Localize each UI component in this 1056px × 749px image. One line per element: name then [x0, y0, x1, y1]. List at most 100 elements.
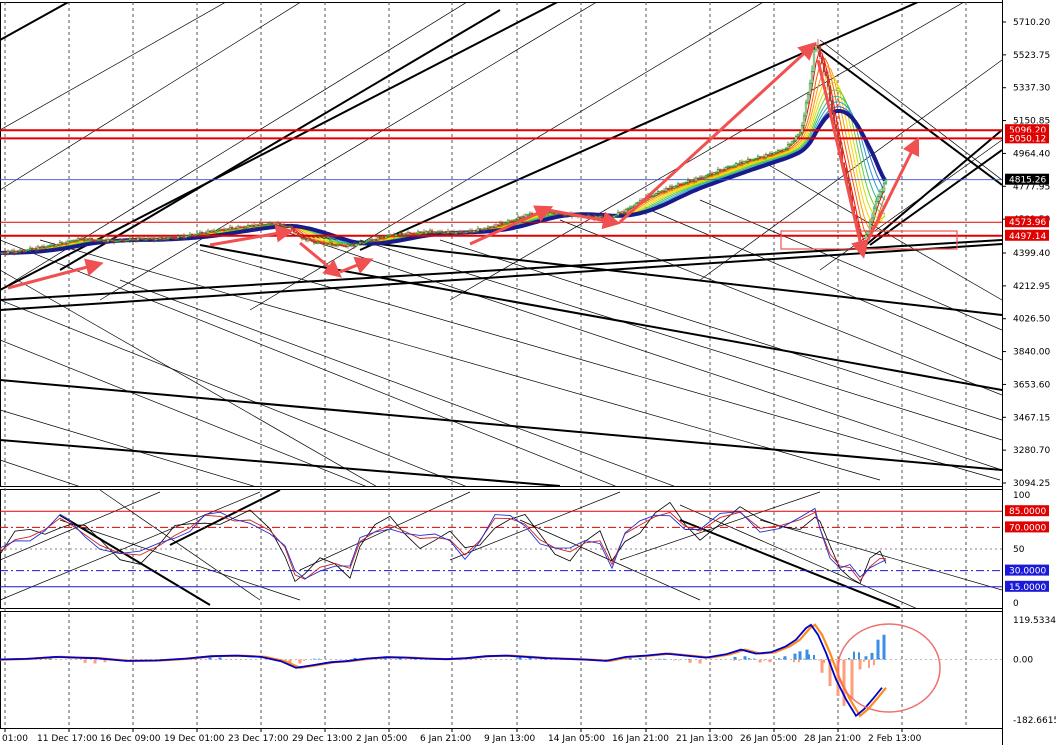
candle-body [714, 172, 718, 174]
current-price-badge-label: 4815.26 [1009, 176, 1046, 186]
candle-body [382, 236, 386, 239]
candle-body [776, 150, 780, 153]
price-tick-label: 3094.25 [1013, 479, 1050, 489]
candle-body [62, 242, 66, 245]
candle-body [212, 230, 216, 233]
candle-body [818, 45, 822, 57]
candle-body [462, 232, 466, 234]
candle-body [20, 249, 24, 252]
candle-body [256, 224, 260, 227]
macd-histogram-bar [743, 656, 747, 660]
candle-body [22, 250, 26, 253]
candle-body [502, 222, 506, 225]
candle-body [456, 231, 460, 234]
candle-body [190, 233, 194, 236]
candle-body [700, 176, 704, 179]
price-tick-label: 4212.95 [1013, 282, 1050, 292]
candle-body [342, 245, 346, 247]
candle-body [498, 222, 502, 226]
candle-body [598, 215, 602, 218]
candle-body [278, 223, 282, 226]
candle-body [806, 94, 810, 104]
time-tick-label: 11 Dec 17:00 [37, 734, 98, 744]
candle-body [752, 159, 756, 161]
macd-histogram-bar [878, 658, 880, 660]
candle-body [426, 231, 430, 233]
candle-body [296, 232, 300, 236]
candle-body [94, 240, 98, 242]
time-tick-label: 2 Jan 05:00 [356, 734, 408, 744]
macd-histogram-bar [778, 658, 780, 660]
candle-body [286, 225, 290, 228]
price-level-badge-label: 4573.96 [1009, 218, 1046, 228]
candle-body [122, 239, 126, 242]
candle-body [224, 228, 228, 231]
candle-body [612, 215, 616, 218]
candle-body [404, 233, 408, 236]
oscillator-level-badge-label: 85.0000 [1009, 507, 1046, 517]
price-tick-label: 3653.60 [1013, 380, 1050, 390]
candle-body [718, 169, 722, 171]
candle-body [216, 229, 220, 232]
candle-body [134, 238, 138, 241]
candle-body [798, 132, 802, 136]
candle-body [264, 224, 268, 227]
candle-body [834, 124, 838, 129]
candle-body [130, 238, 134, 241]
candle-body [774, 151, 778, 154]
candle-body [650, 194, 654, 197]
candle-body [438, 231, 442, 233]
price-tick-label: 5523.75 [1013, 51, 1050, 61]
candle-body [138, 237, 142, 240]
time-tick-label: 9 Jan 13:00 [484, 734, 536, 744]
candle-body [708, 173, 712, 175]
candle-body [472, 230, 476, 233]
candle-body [716, 169, 720, 173]
candle-body [740, 161, 744, 164]
price-tick-label: 3280.70 [1013, 446, 1050, 456]
candle-body [732, 165, 736, 168]
candle-body [468, 230, 472, 232]
candle-body [676, 183, 680, 187]
candle-body [166, 237, 170, 240]
candle-body [90, 238, 94, 241]
macd-histogram-bar [688, 659, 692, 663]
candle-body [824, 71, 828, 76]
candle-body [54, 244, 58, 247]
candle-body [814, 45, 818, 51]
candle-body [280, 224, 284, 227]
candle-body [388, 234, 392, 237]
candle-body [464, 231, 468, 234]
macd-histogram-bar [763, 659, 765, 661]
candle-body [396, 234, 400, 236]
chart-canvas[interactable]: 5710.205523.755337.305150.854964.404777.… [0, 0, 1056, 745]
candle-body [544, 212, 548, 215]
time-tick-label: 6 Jan 21:00 [420, 734, 472, 744]
candle-body [494, 224, 498, 228]
candle-body [58, 242, 62, 246]
candle-body [176, 235, 180, 239]
candle-body [660, 190, 664, 193]
candle-body [66, 240, 70, 244]
chart-window: 5710.20 5523.75 5337.30 5150.85 4964.40 4777.… [0, 0, 1056, 745]
candle-body [670, 186, 674, 189]
candle-body [398, 232, 402, 235]
candle-body [310, 240, 314, 242]
candle-body [172, 237, 176, 240]
candle-body [866, 231, 870, 236]
candle-body [820, 56, 824, 64]
macd-histogram-bar [768, 659, 770, 661]
candle-body [596, 215, 600, 218]
candle-body [376, 236, 380, 241]
candle-body [222, 229, 226, 231]
candle-body [792, 140, 796, 142]
candle-body [92, 239, 96, 242]
candle-body [482, 228, 486, 231]
time-tick-label: 29 Dec 13:00 [292, 734, 353, 744]
candle-body [336, 244, 340, 246]
candle-body [328, 242, 332, 245]
candle-body [348, 244, 352, 247]
candle-body [80, 237, 84, 240]
candle-body [460, 231, 464, 233]
macd-tick-label: 119.5334 [1013, 616, 1056, 626]
